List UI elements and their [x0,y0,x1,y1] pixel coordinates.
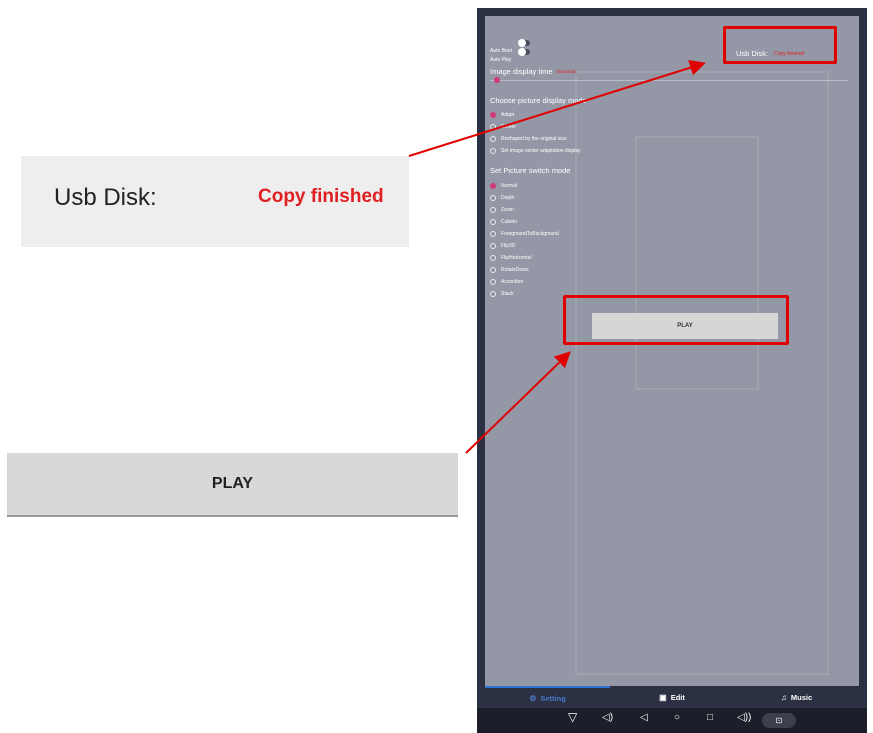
auto-boot-toggle[interactable] [518,39,530,47]
switch-mode-option[interactable]: ForegroundToBackground [490,229,559,238]
volume-up-icon[interactable]: ◁)) [737,712,751,723]
usb-status-text: Copy finished [258,186,384,207]
radio-icon [490,278,496,285]
switch-mode-option[interactable]: Cubein [490,217,517,226]
radio-selected-icon [490,182,496,189]
option-label: Flip3D [501,242,516,249]
switch-mode-option[interactable]: Flip3D [490,241,515,250]
display-mode-option[interactable]: Reshaped by the original size [490,134,567,143]
option-label: Depth [501,194,515,201]
bottom-tab-bar: ⚙ Setting ▣ Edit ♫ Music [485,686,859,708]
radio-icon [490,147,496,154]
image-icon: ▣ [659,692,667,702]
screenshot-icon[interactable]: ⊡ [762,713,796,728]
option-label: Reshaped by the original size [501,135,567,142]
switch-mode-option[interactable]: RotateDown [490,265,529,274]
option-label: Normal [501,182,518,189]
play-button-highlight [563,295,789,345]
music-icon: ♫ [780,692,787,702]
switch-mode-option[interactable]: Normal [490,181,517,190]
display-mode-option[interactable]: Set image center adaptation display [490,146,581,155]
usb-status-callout: Usb Disk: Copy finished [21,156,409,247]
display-mode-option[interactable]: Adapt [490,110,514,119]
system-nav-bar: ▽ ◁) ◁ ○ □ ◁)) ⊡ [477,708,867,733]
display-time-slider[interactable] [490,80,848,81]
switch-mode-option[interactable]: FlipHorizontal [490,253,532,262]
tab-label: Setting [540,693,566,703]
display-mode-option[interactable]: Center [490,122,516,131]
image-display-time-hint: [Seconds] [556,69,577,74]
radio-icon [490,230,496,237]
recents-icon[interactable]: □ [707,712,713,723]
radio-icon [490,254,496,261]
tab-music[interactable]: ♫ Music [734,686,859,708]
option-label: Adapt [501,111,515,118]
radio-icon [490,123,496,130]
display-time-slider-thumb[interactable] [494,77,500,83]
tab-setting[interactable]: ⚙ Setting [485,686,610,708]
option-label: RotateDown [501,266,529,273]
usb-status-highlight [723,26,837,64]
settings-panel: Auto Boot Auto Play Usb Disk: Copy finis… [485,16,859,694]
tab-label: Music [790,692,813,702]
display-mode-title: Choose picture display mode [490,96,587,105]
device-screen: Auto Boot Auto Play Usb Disk: Copy finis… [477,8,867,733]
tab-edit[interactable]: ▣ Edit [610,686,734,708]
switch-mode-option[interactable]: Accordion [490,277,523,286]
switch-mode-option[interactable]: Zoom [490,205,514,214]
volume-down-icon[interactable]: ◁) [602,712,613,723]
radio-icon [490,194,496,201]
switch-mode-option[interactable]: Depth [490,193,514,202]
option-label: Accordion [501,278,524,285]
menu-down-icon[interactable]: ▽ [568,710,577,724]
option-label: ForegroundToBackground [501,230,559,237]
option-label: FlipHorizontal [501,254,532,261]
usb-disk-label: Usb Disk: [54,184,157,211]
switch-mode-option[interactable]: Stack [490,289,514,298]
home-icon[interactable]: ○ [674,712,680,723]
radio-selected-icon [490,111,496,118]
back-icon[interactable]: ◁ [640,712,648,723]
switch-mode-title: Set Picture switch mode [490,166,571,175]
auto-play-label: Auto Play [490,57,512,63]
radio-icon [490,290,496,297]
option-label: Zoom [501,206,514,213]
play-button-callout[interactable]: PLAY [7,453,458,517]
radio-icon [490,135,496,142]
auto-play-toggle[interactable] [518,48,530,56]
radio-icon [490,266,496,273]
radio-icon [490,206,496,213]
radio-icon [490,218,496,225]
option-label: Cubein [501,218,517,225]
option-label: Stack [501,290,514,297]
option-label: Center [501,123,517,130]
radio-icon [490,242,496,249]
tab-label: Edit [670,692,685,702]
auto-play-row: Auto Play [490,48,511,66]
image-display-time-label: Image display time [490,67,553,76]
image-display-time: Image display time [Seconds] [490,67,577,76]
background-image-detail [635,136,759,390]
option-label: Set image center adaptation display [501,147,581,154]
gear-icon: ⚙ [529,693,537,703]
